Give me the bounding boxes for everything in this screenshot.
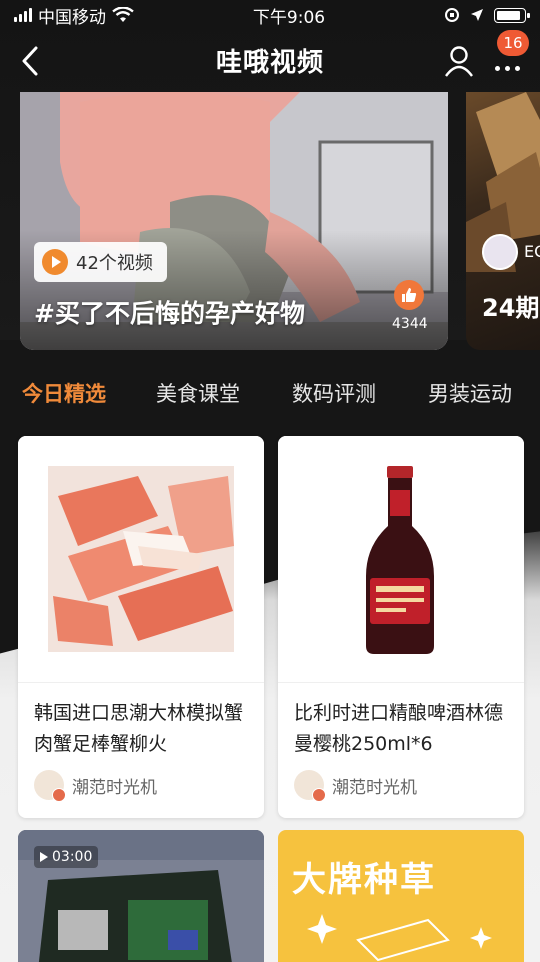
user-button[interactable] xyxy=(444,44,474,78)
banner-card-secondary[interactable]: EC 24期 xyxy=(466,92,540,350)
status-right xyxy=(444,7,530,23)
author-avatar xyxy=(34,770,66,802)
author-name: 潮范时光机 xyxy=(72,777,157,798)
status-time: 下午9:06 xyxy=(252,7,326,28)
avatar xyxy=(482,234,518,270)
status-left: 中国移动 xyxy=(14,3,134,28)
more-icon xyxy=(495,66,520,71)
video-card[interactable]: 03:00 xyxy=(18,830,264,962)
product-author[interactable]: 潮范时光机 xyxy=(294,770,417,802)
rotation-lock-icon xyxy=(445,8,459,22)
signal-icon xyxy=(14,8,32,22)
battery-icon xyxy=(494,7,530,23)
tab-digital-review[interactable]: 数码评测 xyxy=(292,378,428,408)
product-image xyxy=(278,436,524,682)
video-duration: 03:00 xyxy=(34,846,99,868)
wifi-icon xyxy=(112,7,134,22)
promo-card[interactable]: 大牌种草 xyxy=(278,830,524,962)
play-icon xyxy=(40,852,48,862)
video-count-label: 42个视频 xyxy=(76,253,153,274)
status-bar: 中国移动 下午9:06 xyxy=(0,0,540,30)
duration-label: 03:00 xyxy=(52,849,93,865)
nav-bar: 哇哦视频 xyxy=(0,30,540,92)
card-divider xyxy=(18,682,264,683)
author-name: 潮范时光机 xyxy=(332,777,417,798)
tab-food-class[interactable]: 美食课堂 xyxy=(156,378,292,408)
like-button[interactable] xyxy=(394,280,424,310)
tab-today-picks[interactable]: 今日精选 xyxy=(22,378,156,408)
banner-title-secondary: 24期 xyxy=(482,294,540,322)
banner-tag: EC xyxy=(524,242,540,261)
product-title: 韩国进口思潮大林模拟蟹肉蟹足棒蟹柳火 xyxy=(34,702,244,755)
product-card[interactable]: 比利时进口精酿啤酒林德曼樱桃250ml*6 潮范时光机 xyxy=(278,436,524,818)
carrier-label: 中国移动 xyxy=(38,7,106,28)
thumbs-up-icon xyxy=(402,288,417,302)
user-icon xyxy=(445,46,473,77)
product-title: 比利时进口精酿啤酒林德曼樱桃250ml*6 xyxy=(294,702,504,755)
product-author[interactable]: 潮范时光机 xyxy=(34,770,157,802)
banner-title: #买了不后悔的孕产好物 xyxy=(34,299,305,328)
location-icon xyxy=(471,9,483,21)
author-avatar xyxy=(294,770,326,802)
like-count: 4344 xyxy=(392,316,428,332)
battery-fill xyxy=(497,10,521,20)
product-card[interactable]: 韩国进口思潮大林模拟蟹肉蟹足棒蟹柳火 潮范时光机 xyxy=(18,436,264,818)
category-tabs: 今日精选 美食课堂 数码评测 男装运动 xyxy=(22,378,512,408)
banner-card[interactable]: 42个视频 #买了不后悔的孕产好物 4344 xyxy=(20,92,448,350)
product-image xyxy=(18,436,264,682)
tab-menswear-sports[interactable]: 男装运动 xyxy=(428,378,512,408)
gold-bar-icon xyxy=(307,914,492,962)
video-count-pill: 42个视频 xyxy=(34,242,167,282)
play-icon xyxy=(42,249,68,275)
notification-badge: 16 xyxy=(497,30,529,56)
card-divider xyxy=(278,682,524,683)
